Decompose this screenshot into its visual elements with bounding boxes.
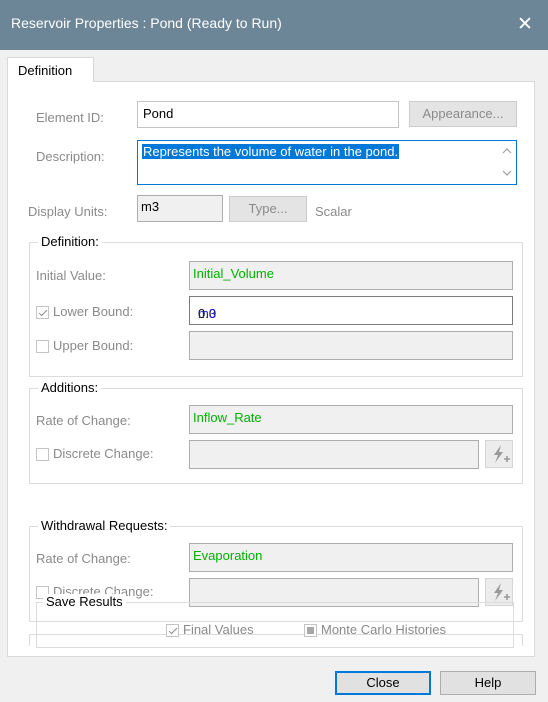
additions-group-title: Additions: bbox=[38, 380, 102, 395]
tab-definition-label: Definition bbox=[18, 63, 73, 78]
element-id-label: Element ID: bbox=[36, 110, 104, 125]
title-bar: Reservoir Properties : Pond (Ready to Ru… bbox=[0, 0, 548, 50]
save-results-group: Save Results Final Values Monte Carlo Hi… bbox=[36, 594, 514, 648]
final-values-label: Final Values bbox=[183, 622, 254, 637]
description-value: Represents the volume of water in the po… bbox=[142, 144, 400, 159]
upper-bound-input[interactable] bbox=[189, 331, 513, 360]
display-units-value: m3 bbox=[141, 199, 160, 214]
initial-value-text: Initial_Volume bbox=[193, 266, 274, 281]
help-button[interactable]: Help bbox=[440, 671, 536, 695]
chevron-up-icon[interactable] bbox=[502, 147, 512, 155]
element-id-input[interactable]: Pond bbox=[137, 101, 399, 128]
chevron-down-icon[interactable] bbox=[502, 169, 512, 177]
initial-value-label: Initial Value: bbox=[36, 268, 106, 283]
element-id-value: Pond bbox=[143, 106, 174, 121]
tab-definition[interactable]: Definition bbox=[7, 57, 94, 82]
monte-carlo-checkbox[interactable] bbox=[304, 624, 317, 637]
upper-bound-label: Upper Bound: bbox=[53, 338, 134, 353]
window-title: Reservoir Properties : Pond (Ready to Ru… bbox=[11, 15, 282, 31]
withdrawal-rate-input[interactable]: Evaporation bbox=[189, 543, 513, 572]
additions-discrete-checkbox[interactable] bbox=[36, 448, 49, 461]
additions-discrete-label: Discrete Change: bbox=[53, 446, 154, 461]
additions-rate-input[interactable]: Inflow_Rate bbox=[189, 405, 513, 434]
additions-rate-value: Inflow_Rate bbox=[193, 410, 262, 425]
initial-value-input[interactable]: Initial_Volume bbox=[189, 261, 513, 290]
additions-rate-label: Rate of Change: bbox=[36, 413, 131, 428]
appearance-button[interactable]: Appearance... bbox=[409, 101, 517, 127]
monte-carlo-label: Monte Carlo Histories bbox=[321, 622, 446, 637]
display-units-input[interactable]: m3 bbox=[137, 195, 223, 222]
withdrawal-rate-value: Evaporation bbox=[193, 548, 263, 563]
lower-bound-unit: m3 bbox=[198, 306, 217, 321]
upper-bound-checkbox[interactable] bbox=[36, 340, 49, 353]
type-button[interactable]: Type... bbox=[229, 196, 307, 222]
display-units-label: Display Units: bbox=[28, 204, 108, 219]
additions-discrete-input[interactable] bbox=[189, 440, 479, 469]
close-icon[interactable]: ✕ bbox=[502, 0, 548, 50]
description-textarea[interactable]: Represents the volume of water in the po… bbox=[137, 140, 517, 185]
lower-bound-checkbox[interactable] bbox=[36, 306, 49, 319]
lower-bound-input[interactable]: 0.0 m3 bbox=[189, 296, 513, 325]
definition-group: Definition: Initial Value: Initial_Volum… bbox=[29, 234, 523, 377]
close-button[interactable]: Close bbox=[335, 671, 431, 695]
additions-group: Additions: Rate of Change: Inflow_Rate D… bbox=[29, 380, 523, 484]
lightning-plus-icon[interactable] bbox=[485, 440, 513, 468]
type-value: Scalar bbox=[315, 204, 352, 219]
definition-panel: Element ID: Pond Appearance... Descripti… bbox=[7, 81, 535, 657]
definition-group-title: Definition: bbox=[38, 234, 102, 249]
description-label: Description: bbox=[36, 149, 105, 164]
lower-bound-label: Lower Bound: bbox=[53, 304, 134, 319]
withdrawal-group-title: Withdrawal Requests: bbox=[38, 518, 171, 533]
save-results-title: Save Results bbox=[43, 594, 126, 609]
withdrawal-rate-label: Rate of Change: bbox=[36, 551, 131, 566]
final-values-checkbox[interactable] bbox=[166, 624, 179, 637]
